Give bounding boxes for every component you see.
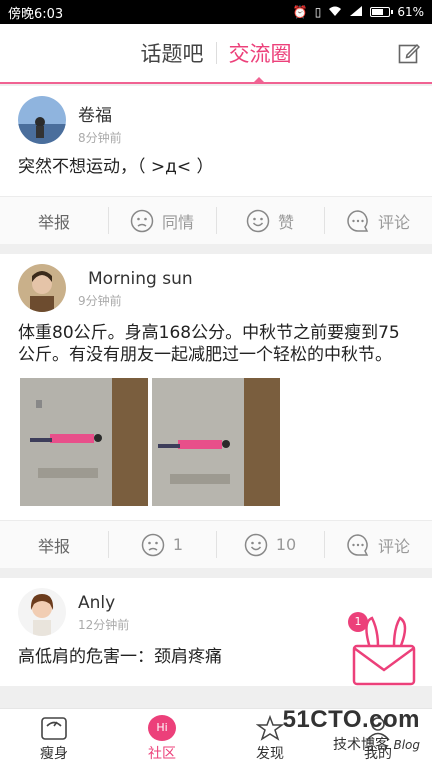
profile-icon: [366, 716, 390, 741]
tab-topics[interactable]: 话题吧: [129, 38, 216, 68]
nav-discover-label: 发现: [256, 745, 284, 762]
signal-icon: [349, 5, 363, 20]
post-username[interactable]: Anly: [78, 593, 129, 613]
header-tabs: 话题吧 交流圈: [0, 24, 432, 84]
post-username[interactable]: Morning sun: [88, 269, 193, 289]
comment-icon: [347, 533, 369, 556]
battery-icon: [370, 7, 394, 17]
compose-icon[interactable]: [398, 42, 420, 64]
report-label: 举报: [37, 212, 70, 232]
alarm-off-icon: ⏰: [292, 5, 308, 19]
like-label: 赞: [277, 212, 294, 232]
like-count: 10: [275, 535, 297, 554]
hi-badge-text: Hi: [156, 721, 168, 734]
sad-face-icon: [130, 209, 154, 232]
nav-slim-label: 瘦身: [40, 745, 68, 762]
sympathy-count: 1: [172, 535, 184, 554]
post-text[interactable]: 体重80公斤。身高168公分。中秋节之前要瘦到75公斤。有没有朋友一起减肥过一个…: [0, 312, 432, 378]
like-button[interactable]: 10: [216, 521, 324, 568]
scale-icon: [41, 716, 67, 740]
avatar[interactable]: [18, 96, 66, 144]
nav-discover[interactable]: 发现: [216, 709, 324, 768]
nav-community-label: 社区: [148, 745, 176, 762]
post-card: 卷福 8分钟前 突然不想运动，（ >д< ） 举报 同情 赞 评论: [0, 86, 432, 244]
nav-community[interactable]: Hi 社区: [108, 709, 216, 768]
report-button[interactable]: 举报: [0, 197, 108, 244]
tab-community[interactable]: 交流圈: [217, 38, 304, 68]
sad-face-icon: [141, 533, 165, 556]
post-time: 12分钟前: [78, 618, 130, 632]
discover-icon: [256, 714, 284, 741]
post-image[interactable]: [152, 378, 280, 506]
post-card: Morning sun 9分钟前 体重80公斤。身高168公分。中秋节之前要瘦到…: [0, 254, 432, 568]
post-images: [0, 378, 432, 520]
message-envelope-button[interactable]: 1: [348, 612, 420, 688]
active-tab-indicator: [253, 77, 265, 83]
avatar[interactable]: [18, 264, 66, 312]
nav-me-label: 我的: [364, 745, 392, 762]
avatar[interactable]: [18, 588, 66, 636]
report-label: 举报: [37, 536, 70, 556]
post-text[interactable]: 突然不想运动，（ >д< ）: [0, 146, 432, 196]
battery-level: 61%: [397, 5, 424, 19]
status-time: 傍晚6:03: [8, 6, 64, 22]
comment-icon: [347, 209, 369, 232]
post-time: 9分钟前: [78, 294, 122, 308]
bottom-nav: 瘦身 Hi 社区 发现 我的: [0, 708, 432, 768]
hi-bubble-icon: Hi: [148, 714, 176, 741]
comment-button[interactable]: 评论: [324, 521, 432, 568]
like-button[interactable]: 赞: [216, 197, 324, 244]
post-time: 8分钟前: [78, 131, 122, 145]
comment-label: 评论: [377, 536, 410, 556]
post-actions: 举报 同情 赞 评论: [0, 196, 432, 244]
vibrate-icon: ▯: [314, 5, 322, 19]
comment-label: 评论: [377, 212, 410, 232]
post-username[interactable]: 卷福: [78, 101, 122, 126]
post-actions: 举报 1 10 评论: [0, 520, 432, 568]
sympathy-button[interactable]: 同情: [108, 197, 216, 244]
nav-me[interactable]: 我的: [324, 709, 432, 768]
smile-face-icon: [246, 209, 270, 232]
nav-slim[interactable]: 瘦身: [0, 709, 108, 768]
sympathy-button[interactable]: 1: [108, 521, 216, 568]
status-bar: 傍晚6:03 ⏰ ▯ 61%: [0, 0, 432, 24]
sympathy-label: 同情: [161, 212, 194, 232]
post-image[interactable]: [20, 378, 148, 506]
comment-button[interactable]: 评论: [324, 197, 432, 244]
smile-face-icon: [244, 533, 268, 556]
message-badge: 1: [348, 612, 368, 632]
report-button[interactable]: 举报: [0, 521, 108, 568]
wifi-icon: [328, 5, 342, 20]
